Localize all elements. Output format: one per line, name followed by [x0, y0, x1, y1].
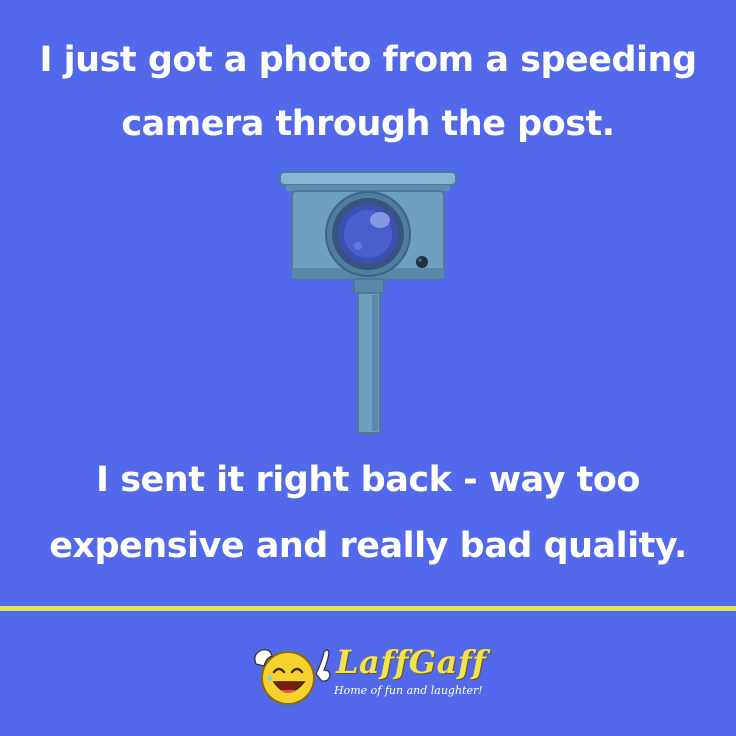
speed-camera-icon — [279, 171, 457, 434]
brand-logo: LaffGaff Home of fun and laughter! — [250, 640, 490, 710]
laughing-smiley-icon — [254, 649, 331, 705]
joke-setup-line-2: camera through the post. — [121, 104, 615, 144]
brand-tagline: Home of fun and laughter! — [334, 684, 483, 697]
joke-card: I just got a photo from a speeding camer… — [0, 0, 736, 736]
brand-name: LaffGaff — [336, 643, 487, 681]
joke-punchline-line-1: I sent it right back - way too — [96, 460, 640, 500]
joke-setup-line-1: I just got a photo from a speeding — [39, 40, 697, 80]
divider — [0, 606, 736, 611]
joke-punchline-line-2: expensive and really bad quality. — [49, 526, 687, 566]
